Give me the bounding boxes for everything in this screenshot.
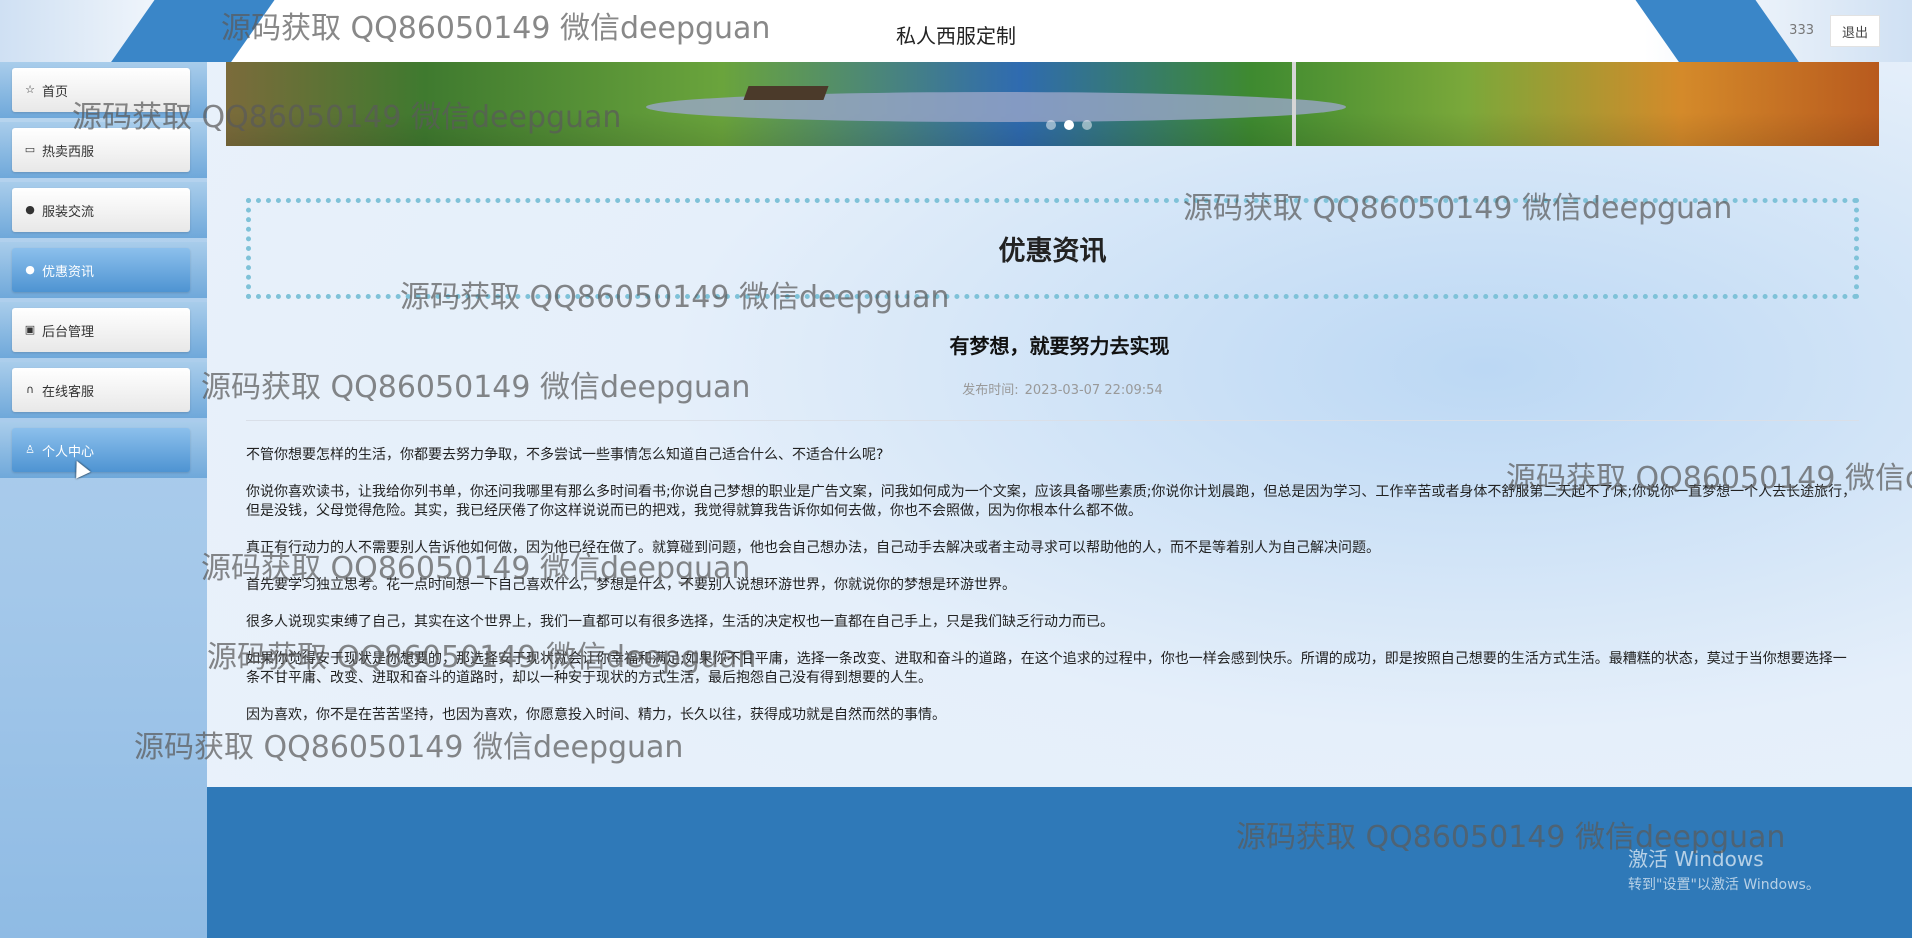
sidebar-button-hot-suits[interactable]: ▭ 热卖西服 <box>12 128 190 172</box>
article-paragraph: 因为喜欢，你不是在苦苦坚持，也因为喜欢，你愿意投入时间、精力，长久以往，获得成功… <box>246 707 946 723</box>
publish-label: 发布时间: <box>962 383 1019 398</box>
banner-image-pole <box>1292 62 1296 146</box>
sidebar-item-support[interactable]: ∩ 在线客服 <box>0 362 207 418</box>
top-header: 私人西服定制 333 退出 <box>0 0 1912 62</box>
sidebar-item-label: 个人中心 <box>42 444 95 460</box>
banner-carousel[interactable] <box>226 62 1879 146</box>
sidebar-item-forum[interactable]: ● 服装交流 <box>0 182 207 238</box>
banner-image-bench <box>743 86 829 100</box>
sidebar-item-label: 在线客服 <box>42 384 95 400</box>
circle-icon: ● <box>25 263 35 276</box>
sidebar: ☆ 首页 ▭ 热卖西服 ● 服装交流 ● 优惠资讯 ▣ 后台管理 ∩ 在线客服 … <box>0 62 207 938</box>
article-title: 有梦想，就要努力去实现 <box>949 334 1170 358</box>
briefcase-icon: ▣ <box>24 323 36 336</box>
carousel-indicators <box>1046 120 1092 130</box>
publish-info: 发布时间: 2023-03-07 22:09:54 <box>207 379 1912 398</box>
section-title-box: 优惠资讯 <box>246 198 1859 299</box>
sidebar-button-forum[interactable]: ● 服装交流 <box>12 188 190 232</box>
carousel-dot-2[interactable] <box>1064 120 1074 130</box>
info-circle-icon: ● <box>25 203 35 216</box>
carousel-dot-1[interactable] <box>1046 120 1056 130</box>
divider <box>246 420 1859 421</box>
article-paragraph: 首先要学习独立思考。花一点时间想一下自己喜欢什么，梦想是什么，不要别人说想环游世… <box>246 577 1016 593</box>
sidebar-item-profile[interactable]: ♙ 个人中心 <box>0 422 207 478</box>
activation-title: 激活 Windows <box>1628 847 1764 871</box>
headset-icon: ∩ <box>25 383 35 396</box>
article-paragraph: 真正有行动力的人不需要别人告诉他如何做，因为他已经在做了。就算碰到问题，他也会自… <box>246 540 1380 556</box>
logout-button[interactable]: 退出 <box>1830 15 1880 47</box>
sidebar-item-label: 优惠资讯 <box>42 264 95 280</box>
sidebar-item-label: 首页 <box>42 84 69 100</box>
article-paragraph: 很多人说现实束缚了自己，其实在这个世界上，我们一直都可以有很多选择，生活的决定权… <box>246 614 1114 630</box>
section-title: 优惠资讯 <box>998 236 1107 267</box>
sidebar-button-support[interactable]: ∩ 在线客服 <box>12 368 190 412</box>
sidebar-item-admin[interactable]: ▣ 后台管理 <box>0 302 207 358</box>
windows-activation-notice: 激活 Windows 转到"设置"以激活 Windows。 <box>1628 843 1820 894</box>
star-icon: ☆ <box>25 83 35 96</box>
sidebar-button-profile[interactable]: ♙ 个人中心 <box>12 428 190 472</box>
sidebar-item-home[interactable]: ☆ 首页 <box>0 62 207 118</box>
sidebar-item-label: 服装交流 <box>42 204 95 220</box>
carousel-dot-3[interactable] <box>1082 120 1092 130</box>
publish-time: 2023-03-07 22:09:54 <box>1024 383 1163 398</box>
article-paragraph: 你说你喜欢读书，让我给你列书单，你还问我哪里有那么多时间看书;你说自己梦想的职业… <box>246 484 1857 519</box>
user-icon: ♙ <box>25 443 35 456</box>
article-paragraph: 如果你觉得安于现状是你想要的，那选择安于现状就会让你幸福和满足;如果你不甘平庸，… <box>246 651 1847 686</box>
bag-icon: ▭ <box>24 143 36 156</box>
sidebar-item-hot-suits[interactable]: ▭ 热卖西服 <box>0 122 207 178</box>
sidebar-button-home[interactable]: ☆ 首页 <box>12 68 190 112</box>
sidebar-item-promotions[interactable]: ● 优惠资讯 <box>0 242 207 298</box>
site-title: 私人西服定制 <box>896 24 1016 48</box>
activation-hint: 转到"设置"以激活 Windows。 <box>1628 877 1820 893</box>
sidebar-item-label: 热卖西服 <box>42 144 95 160</box>
sidebar-button-admin[interactable]: ▣ 后台管理 <box>12 308 190 352</box>
user-name: 333 <box>1789 23 1814 38</box>
article-content: 不管你想要怎样的生活，你都要去努力争取，不多尝试一些事情怎么知道自己适合什么、不… <box>246 446 1859 743</box>
sidebar-item-label: 后台管理 <box>42 324 95 340</box>
sidebar-button-promotions[interactable]: ● 优惠资讯 <box>12 248 190 292</box>
article-paragraph: 不管你想要怎样的生活，你都要去努力争取，不多尝试一些事情怎么知道自己适合什么、不… <box>246 447 884 463</box>
